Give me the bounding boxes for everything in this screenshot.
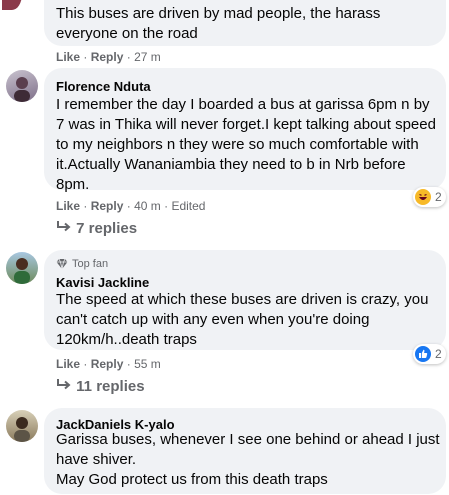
avatar[interactable] — [6, 70, 38, 102]
comment-actions: Like · Reply · 27 m — [56, 50, 161, 64]
view-replies-link[interactable]: 11 replies — [56, 378, 145, 396]
comment-bubble: Florence Nduta I remember the day I boar… — [44, 68, 446, 193]
comment-actions: Like · Reply · 40 m · Edited — [56, 199, 206, 213]
comment-text: The speed at which these buses are drive… — [56, 291, 429, 348]
reply-button[interactable]: Reply — [91, 199, 124, 213]
reply-arrow-icon — [57, 379, 71, 390]
comment-bubble: JackDaniels K-yalo Garissa buses, whenev… — [44, 408, 446, 494]
comment-author[interactable]: Kavisi Jackline — [56, 274, 149, 291]
comment-timestamp[interactable]: 27 m — [134, 50, 161, 64]
like-button[interactable]: Like — [56, 50, 80, 64]
like-button[interactable]: Like — [56, 357, 80, 371]
avatar[interactable] — [6, 252, 38, 284]
reaction-count[interactable]: 2 — [413, 344, 446, 364]
diamond-icon — [56, 258, 68, 270]
reply-button[interactable]: Reply — [91, 50, 124, 64]
comment-actions: Like · Reply · 55 m — [56, 357, 161, 371]
comment-text: This buses are driven by mad people, the… — [56, 5, 381, 42]
reply-arrow-icon — [57, 221, 71, 232]
comment-bubble: Top fan Kavisi Jackline The speed at whi… — [44, 250, 446, 350]
reaction-count[interactable]: 2 — [413, 187, 446, 207]
comment-timestamp[interactable]: 55 m — [134, 357, 161, 371]
comment-bubble: This buses are driven by mad people, the… — [44, 0, 446, 46]
haha-reaction-icon — [415, 189, 431, 205]
comment-timestamp[interactable]: 40 m — [134, 199, 161, 213]
avatar[interactable] — [2, 0, 22, 10]
view-replies-link[interactable]: 7 replies — [56, 220, 137, 238]
avatar[interactable] — [6, 410, 38, 442]
comment-text: Garissa buses, whenever I see one behind… — [56, 431, 440, 488]
comment-author[interactable]: Florence Nduta — [56, 78, 151, 95]
reply-button[interactable]: Reply — [91, 357, 124, 371]
like-reaction-icon — [415, 346, 431, 362]
comment-text: I remember the day I boarded a bus at ga… — [56, 96, 436, 193]
like-button[interactable]: Like — [56, 199, 80, 213]
edited-label: Edited — [171, 199, 206, 213]
top-fan-badge: Top fan — [56, 258, 108, 270]
